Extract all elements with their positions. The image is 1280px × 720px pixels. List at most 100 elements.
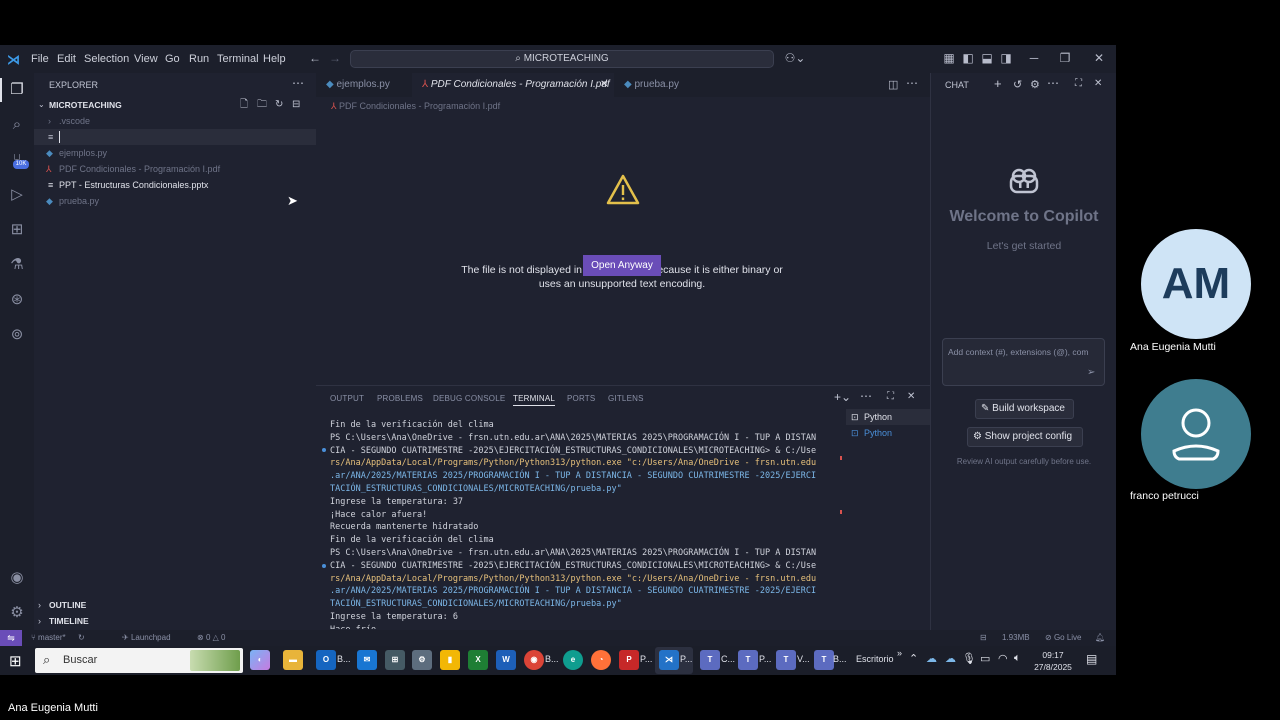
tab-debug-console[interactable]: DEBUG CONSOLE (433, 394, 505, 403)
minimize-icon[interactable]: ─ (1027, 51, 1041, 65)
launchpad-item[interactable]: ✈ Launchpad (122, 630, 171, 646)
microphone-icon[interactable]: 🎙︎ (962, 652, 976, 665)
vscode-icon[interactable]: ⋊ (659, 650, 679, 670)
toggle-panel-icon[interactable]: ⬓ (980, 51, 994, 65)
teams-icon[interactable]: T (776, 650, 796, 670)
outlook-icon[interactable]: O (316, 650, 336, 670)
store-icon[interactable]: ⊞ (385, 650, 405, 670)
chevron-double-icon[interactable]: » (897, 648, 902, 658)
tree-item-pptx[interactable]: ≡ PPT - Estructuras Condicionales.pptx (34, 177, 316, 193)
tree-item-vscode[interactable]: › .vscode (34, 113, 316, 129)
close-window-icon[interactable]: ✕ (1092, 51, 1106, 65)
outline-section[interactable]: › OUTLINE (34, 597, 316, 613)
close-chat-icon[interactable]: ✕ (1094, 78, 1102, 89)
excel-icon[interactable]: X (468, 650, 488, 670)
menu-terminal[interactable]: Terminal (217, 53, 259, 65)
go-live-button[interactable]: ⊘ Go Live (1045, 630, 1082, 646)
windows-start-icon[interactable]: ⊞ (9, 652, 22, 670)
tab-pdf[interactable]: ⅄ PDF Condicionales - Programación I.pdf… (412, 73, 614, 97)
timeline-section[interactable]: › TIMELINE (34, 613, 316, 629)
gitlens-icon[interactable]: ⊛ (7, 290, 27, 310)
more-actions-icon[interactable]: ⋯ (906, 76, 918, 90)
search-icon[interactable]: ⌕ (7, 115, 27, 135)
restore-icon[interactable]: ❐ (1058, 51, 1072, 65)
tab-gitlens[interactable]: GITLENS (608, 394, 644, 403)
word-icon[interactable]: W (496, 650, 516, 670)
menu-file[interactable]: File (31, 53, 49, 65)
collapse-all-icon[interactable]: ⊟ (292, 97, 300, 113)
chat-input[interactable]: Add context (#), extensions (@), com ➢ (942, 338, 1105, 386)
remote-indicator-icon[interactable]: ⇋ (0, 630, 22, 646)
edge-icon[interactable]: e (563, 650, 583, 670)
pdf-reader-icon[interactable]: P (619, 650, 639, 670)
explorer-files-icon[interactable]: ❐ (7, 80, 27, 100)
clock[interactable]: 09:17 27/8/2025 (1030, 649, 1076, 673)
build-workspace-button[interactable]: ✎ Build workspace (975, 399, 1074, 419)
run-debug-icon[interactable]: ▷ (7, 185, 27, 205)
tab-ejemplos[interactable]: ◆ ejemplos.py (316, 73, 412, 97)
show-project-config-button[interactable]: ⚙ Show project config (967, 427, 1083, 447)
command-center-search[interactable]: ⌕ MICROTEACHING (350, 50, 774, 68)
tab-output[interactable]: OUTPUT (330, 394, 364, 403)
more-actions-icon[interactable]: ⋯ (292, 76, 304, 90)
tab-ports[interactable]: PORTS (567, 394, 595, 403)
more-actions-icon[interactable]: ⋯ (860, 389, 872, 403)
toggle-sidebar-icon[interactable]: ◧ (961, 51, 975, 65)
menu-go[interactable]: Go (165, 53, 180, 65)
more-actions-icon[interactable]: ⋯ (1047, 76, 1059, 90)
refresh-icon[interactable]: ↻ (275, 97, 283, 113)
battery-icon[interactable]: ▭ (980, 652, 990, 665)
copilot-menu-icon[interactable]: ⚇⌄ (784, 51, 806, 65)
onedrive-icon[interactable]: ☁ (945, 652, 956, 665)
breadcrumb[interactable]: ⅄ PDF Condicionales - Programación I.pdf (331, 101, 500, 112)
notes-app-icon[interactable]: ▮ (440, 650, 460, 670)
bell-dot-icon[interactable]: ⊟ (980, 630, 987, 646)
menu-run[interactable]: Run (189, 53, 209, 65)
new-folder-icon[interactable]: 🗀 (257, 97, 267, 113)
cloud-icon[interactable]: ☁ (926, 652, 937, 665)
mail-icon[interactable]: ✉ (357, 650, 377, 670)
desktop-toolbar-label[interactable]: Escritorio (856, 654, 894, 664)
testing-flask-icon[interactable]: ⚗ (7, 255, 27, 275)
tree-item-prueba[interactable]: ◆ prueba.py (34, 193, 316, 209)
chrome-icon[interactable]: ◉ (524, 650, 544, 670)
close-panel-icon[interactable]: ✕ (907, 391, 915, 402)
account-icon[interactable]: ◉ (7, 568, 27, 588)
history-icon[interactable]: ↺ (1013, 78, 1022, 91)
notifications-bell-icon[interactable]: 🔔︎ (1095, 630, 1105, 646)
forward-arrow-icon[interactable]: → (328, 51, 342, 65)
remote-explorer-icon[interactable]: ⊚ (7, 325, 27, 345)
rename-input-cursor[interactable] (59, 131, 60, 143)
tab-prueba[interactable]: ◆ prueba.py (614, 73, 704, 97)
volume-icon[interactable]: 🔈︎ (1014, 652, 1021, 665)
tree-item-new-file-input[interactable]: ≡ (34, 129, 316, 145)
terminal-output[interactable]: Fin de la verificación del clima PS C:\Us… (330, 419, 830, 629)
wifi-icon[interactable]: ◠ (998, 652, 1008, 665)
maximize-icon[interactable]: ⛶ (1075, 78, 1082, 89)
tree-item-pdf[interactable]: ⅄ PDF Condicionales - Programación I.pdf (34, 161, 316, 177)
terminal-list-item[interactable]: ⊡ Python (846, 425, 930, 441)
close-tab-icon[interactable]: ✕ (600, 73, 608, 97)
firefox-icon[interactable]: ◔ (591, 650, 611, 670)
back-arrow-icon[interactable]: ← (308, 51, 322, 65)
teams-icon[interactable]: T (738, 650, 758, 670)
notification-center-icon[interactable]: ▤ (1086, 652, 1097, 666)
maximize-panel-icon[interactable]: ⛶ (887, 391, 894, 402)
menu-edit[interactable]: Edit (57, 53, 76, 65)
branch-indicator[interactable]: ⑂ master* (31, 630, 66, 646)
new-chat-icon[interactable]: + (994, 76, 1002, 91)
menu-view[interactable]: View (134, 53, 158, 65)
teams-icon[interactable]: T (700, 650, 720, 670)
menu-selection[interactable]: Selection (84, 53, 129, 65)
teams-icon[interactable]: T (814, 650, 834, 670)
tree-item-ejemplos[interactable]: ◆ ejemplos.py (34, 145, 316, 161)
new-file-icon[interactable]: 🗋 (240, 97, 248, 113)
sync-icon[interactable]: ↻ (78, 630, 85, 646)
settings-app-icon[interactable]: ⚙ (412, 650, 432, 670)
tab-problems[interactable]: PROBLEMS (377, 394, 423, 403)
extensions-icon[interactable]: ⊞ (7, 220, 27, 240)
settings-gear-icon[interactable]: ⚙ (7, 603, 27, 623)
layout-customize-icon[interactable]: ▦ (942, 51, 956, 65)
copilot-app-icon[interactable]: ◐ (250, 650, 270, 670)
taskbar-search-box[interactable]: ⌕ Buscar (35, 648, 243, 673)
